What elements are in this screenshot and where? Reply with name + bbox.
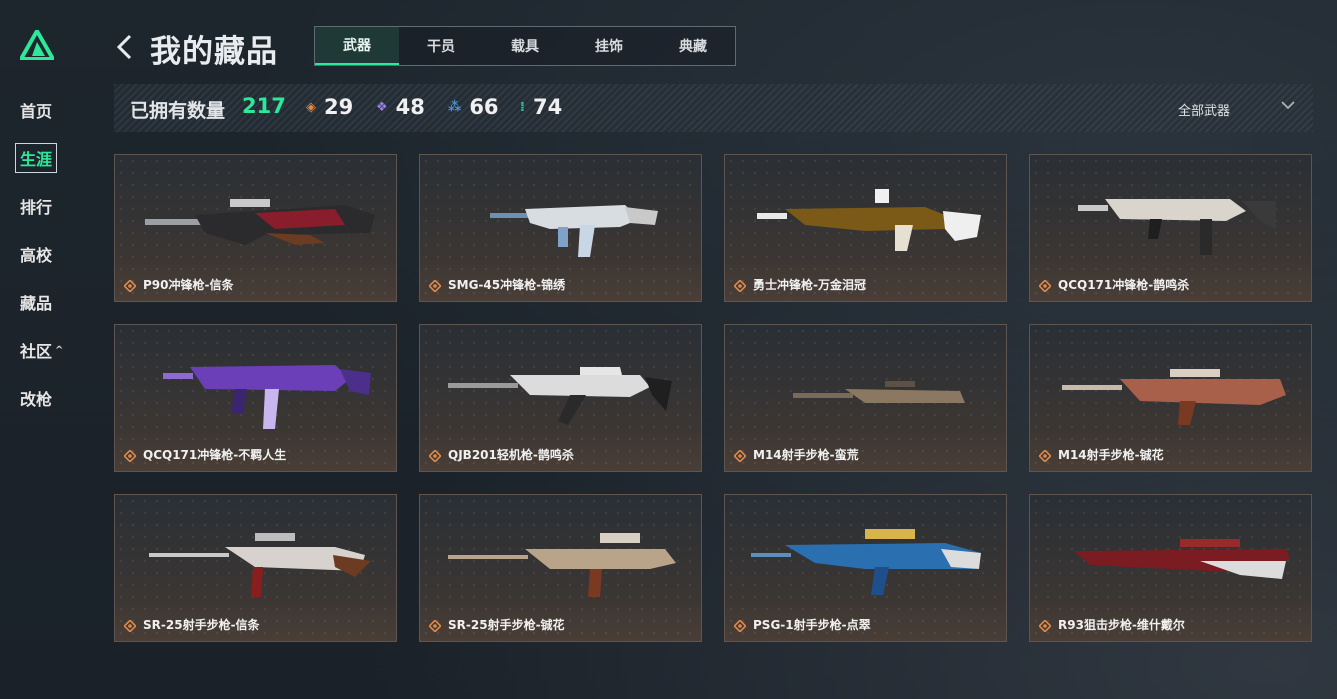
owned-count-value: 217 bbox=[242, 94, 286, 118]
rarity-count-text: 66 bbox=[469, 95, 499, 119]
rarity-gold-icon bbox=[734, 450, 746, 462]
collection-card[interactable]: SMG-45冲锋枪-锦绣 bbox=[419, 154, 702, 302]
back-arrow-icon[interactable] bbox=[114, 32, 136, 62]
category-tabs: 武器 干员 载具 挂饰 典藏 bbox=[314, 26, 736, 66]
collection-card[interactable]: QCQ171冲锋枪-不羁人生 bbox=[114, 324, 397, 472]
rarity-gold-icon bbox=[1039, 450, 1051, 462]
sidebar-item-career[interactable]: 生涯 bbox=[8, 134, 72, 182]
sidebar-item-label: 社区 bbox=[20, 342, 53, 361]
diamond-gold-icon: ◈ bbox=[306, 99, 316, 115]
page-title: 我的藏品 bbox=[150, 34, 278, 70]
dots-green-icon: ⁞ bbox=[520, 99, 525, 115]
weapon-image bbox=[145, 199, 375, 245]
weapon-image bbox=[757, 189, 981, 251]
weapon-name: SMG-45冲锋枪-锦绣 bbox=[448, 278, 566, 292]
weapon-image bbox=[149, 533, 371, 597]
weapon-name: P90冲锋枪-信条 bbox=[143, 278, 234, 292]
collection-card[interactable]: SR-25射手步枪-信条 bbox=[114, 494, 397, 642]
rarity-gold-icon bbox=[429, 280, 441, 292]
weapon-filter-select[interactable]: 全部武器 bbox=[1178, 100, 1230, 119]
stats-bar: 已拥有数量 217 ◈ 29 ❖ 48 ⁂ 66 ⁞ 74 全部武器 bbox=[114, 84, 1313, 132]
tab-charms[interactable]: 挂饰 bbox=[567, 27, 651, 65]
weapon-name: PSG-1射手步枪-点翠 bbox=[753, 618, 871, 632]
weapon-image bbox=[163, 365, 371, 429]
collection-card[interactable]: M14射手步枪-铖花 bbox=[1029, 324, 1312, 472]
sidebar-item-label: 生涯 bbox=[15, 143, 58, 173]
weapon-image bbox=[1074, 539, 1290, 579]
rarity-blue-count: ⁂ 66 bbox=[448, 95, 499, 119]
collection-card[interactable]: P90冲锋枪-信条 bbox=[114, 154, 397, 302]
sidebar-item-label: 藏品 bbox=[20, 294, 53, 313]
logo-icon[interactable] bbox=[20, 30, 54, 60]
sidebar-item-label: 高校 bbox=[20, 246, 53, 265]
chevron-down-icon[interactable] bbox=[1280, 97, 1296, 113]
sidebar-item-collection[interactable]: 藏品 bbox=[8, 278, 72, 326]
rarity-gold-icon bbox=[124, 280, 136, 292]
weapon-image bbox=[448, 367, 672, 425]
chevron-up-icon: ^ bbox=[55, 344, 64, 356]
rarity-purple-count: ❖ 48 bbox=[376, 95, 425, 119]
collection-card[interactable]: R93狙击步枪-维什戴尔 bbox=[1029, 494, 1312, 642]
weapon-name: M14射手步枪-蛮荒 bbox=[753, 448, 859, 462]
tab-vehicles[interactable]: 载具 bbox=[483, 27, 567, 65]
weapon-name: R93狙击步枪-维什戴尔 bbox=[1058, 618, 1185, 632]
tab-weapons[interactable]: 武器 bbox=[315, 27, 399, 65]
sidebar-item-label: 改枪 bbox=[20, 390, 53, 409]
weapon-image bbox=[448, 533, 676, 597]
sidebar-item-label: 首页 bbox=[20, 102, 53, 121]
weapon-name: SR-25射手步枪-信条 bbox=[143, 618, 260, 632]
tab-operators[interactable]: 干员 bbox=[399, 27, 483, 65]
tab-collection[interactable]: 典藏 bbox=[651, 27, 735, 65]
sidebar-item-home[interactable]: 首页 bbox=[8, 86, 72, 134]
sidebar-item-gunsmith[interactable]: 改枪 bbox=[8, 374, 72, 422]
weapon-name: QJB201轻机枪-鹊鸣杀 bbox=[448, 448, 574, 462]
owned-count-label: 已拥有数量 bbox=[130, 100, 226, 122]
diamond-purple-icon: ❖ bbox=[376, 99, 388, 115]
collection-card[interactable]: M14射手步枪-蛮荒 bbox=[724, 324, 1007, 472]
sidebar-item-ranking[interactable]: 排行 bbox=[8, 182, 72, 230]
sidebar: 首页 生涯 排行 高校 藏品 社区 ^ 改枪 bbox=[0, 0, 80, 699]
weapon-name: QCQ171冲锋枪-不羁人生 bbox=[143, 448, 287, 462]
collection-card[interactable]: SR-25射手步枪-铖花 bbox=[419, 494, 702, 642]
diamond-blue-icon: ⁂ bbox=[448, 99, 462, 115]
rarity-gold-icon bbox=[734, 620, 746, 632]
sidebar-item-university[interactable]: 高校 bbox=[8, 230, 72, 278]
weapon-image bbox=[751, 529, 981, 595]
collection-card[interactable]: QJB201轻机枪-鹊鸣杀 bbox=[419, 324, 702, 472]
sidebar-item-community[interactable]: 社区 ^ bbox=[8, 326, 72, 374]
weapon-name: M14射手步枪-铖花 bbox=[1058, 448, 1164, 462]
rarity-green-count: ⁞ 74 bbox=[520, 95, 562, 119]
rarity-gold-icon bbox=[1039, 280, 1051, 292]
weapon-image bbox=[490, 205, 658, 257]
weapon-image bbox=[1078, 199, 1276, 255]
collection-card[interactable]: PSG-1射手步枪-点翠 bbox=[724, 494, 1007, 642]
collection-card[interactable]: QCQ171冲锋枪-鹊鸣杀 bbox=[1029, 154, 1312, 302]
rarity-gold-icon bbox=[429, 450, 441, 462]
sidebar-nav: 首页 生涯 排行 高校 藏品 社区 ^ 改枪 bbox=[8, 86, 72, 422]
rarity-gold-icon bbox=[124, 450, 136, 462]
weapon-image bbox=[793, 381, 965, 403]
weapon-name: 勇士冲锋枪-万金泪冠 bbox=[753, 278, 866, 292]
rarity-gold-icon bbox=[124, 620, 136, 632]
sidebar-item-label: 排行 bbox=[20, 198, 53, 217]
rarity-count-text: 29 bbox=[324, 95, 354, 119]
rarity-count-text: 48 bbox=[395, 95, 425, 119]
rarity-count-text: 74 bbox=[532, 95, 563, 119]
rarity-gold-icon bbox=[1039, 620, 1051, 632]
weapon-image bbox=[1062, 369, 1286, 425]
rarity-gold-icon bbox=[734, 280, 746, 292]
rarity-gold-icon bbox=[429, 620, 441, 632]
collection-card[interactable]: 勇士冲锋枪-万金泪冠 bbox=[724, 154, 1007, 302]
rarity-gold-count: ◈ 29 bbox=[306, 95, 353, 119]
weapon-name: SR-25射手步枪-铖花 bbox=[448, 618, 565, 632]
weapon-name: QCQ171冲锋枪-鹊鸣杀 bbox=[1058, 278, 1190, 292]
